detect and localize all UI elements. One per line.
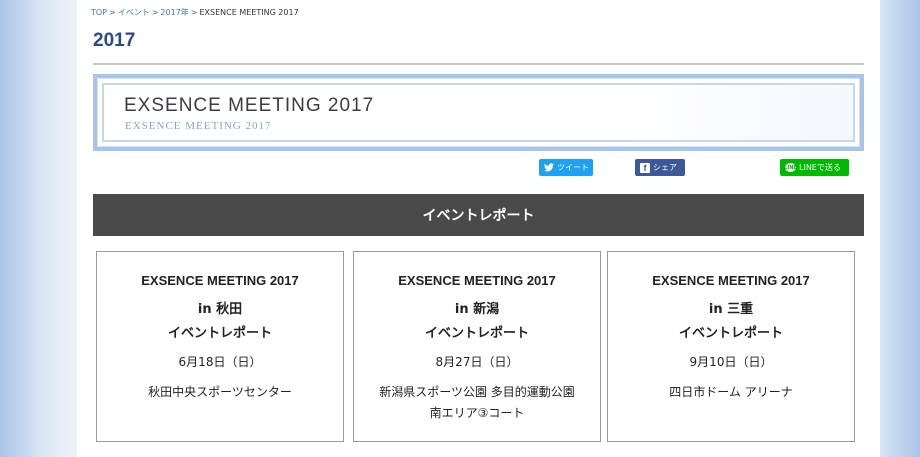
card-venue: 新潟県スポーツ公園 多目的運動公園 南エリア③コート [360, 382, 594, 424]
breadcrumb-current: EXSENCE MEETING 2017 [199, 8, 299, 17]
tweet-button[interactable]: ツイート [539, 159, 593, 176]
event-report-heading-text: イベントレポート [422, 208, 535, 224]
card-location: in 秋田 [197, 302, 243, 317]
card-venue-line: 新潟県スポーツ公園 多目的運動公園 [379, 385, 575, 399]
card-location: in 三重 [708, 302, 754, 317]
card-location: in 新潟 [454, 302, 500, 317]
card-venue: 四日市ドーム アリーナ [614, 382, 848, 403]
tweet-label: ツイート [557, 163, 589, 172]
banner-subtitle: EXSENCE MEETING 2017 [125, 120, 272, 132]
breadcrumb-separator: > [190, 8, 198, 17]
breadcrumb-top-link[interactable]: TOP [91, 8, 107, 17]
breadcrumb-separator: > [151, 8, 159, 17]
card-date: 9月10日（日） [689, 355, 773, 369]
facebook-share-button[interactable]: f シェア [635, 159, 685, 176]
card-report-label: イベントレポート [167, 326, 272, 341]
card-title: EXSENCE MEETING 2017 [141, 273, 299, 288]
facebook-icon: f [640, 162, 650, 173]
page-container: TOP > イベント >2017年 > EXSENCE MEETING 2017 2017… [77, 0, 880, 457]
page-title: 2017 [93, 30, 136, 51]
card-report-label: イベントレポート [424, 326, 529, 341]
breadcrumb-events-link[interactable]: イベント [118, 8, 150, 17]
card-title: EXSENCE MEETING 2017 [652, 273, 810, 288]
card-venue-line: 四日市ドーム アリーナ [669, 385, 793, 399]
card-date: 6月18日（日） [178, 355, 262, 369]
breadcrumb: TOP > イベント >2017年 > EXSENCE MEETING 2017 [91, 7, 299, 18]
breadcrumb-separator: > [109, 8, 116, 17]
card-date: 8月27日（日） [435, 355, 519, 369]
banner-frame: EXSENCE MEETING 2017 EXSENCE MEETING 201… [97, 78, 860, 147]
card-venue: 秋田中央スポーツセンター [103, 382, 337, 403]
line-icon: LINE [784, 163, 797, 172]
banner-title: EXSENCE MEETING 2017 [124, 95, 375, 116]
event-card-mie[interactable]: EXSENCE MEETING 2017 in 三重 イベントレポート 9月10… [607, 251, 855, 442]
card-venue-line: 秋田中央スポーツセンター [148, 385, 292, 399]
event-card-niigata[interactable]: EXSENCE MEETING 2017 in 新潟 イベントレポート 8月27… [353, 251, 601, 442]
breadcrumb-2017-link[interactable]: 2017年 [160, 8, 188, 17]
facebook-share-label: シェア [653, 163, 677, 172]
card-title: EXSENCE MEETING 2017 [398, 273, 556, 288]
line-send-button[interactable]: LINE LINEで送る [780, 159, 849, 176]
banner-box: EXSENCE MEETING 2017 EXSENCE MEETING 201… [102, 83, 855, 142]
event-card-akita[interactable]: EXSENCE MEETING 2017 in 秋田 イベントレポート 6月18… [96, 251, 344, 442]
event-report-heading: イベントレポート [93, 194, 864, 236]
twitter-bird-icon [544, 163, 554, 172]
title-divider [93, 63, 864, 65]
card-venue-line: 南エリア③コート [429, 406, 525, 420]
line-send-label: LINEで送る [799, 163, 841, 172]
event-banner: EXSENCE MEETING 2017 EXSENCE MEETING 201… [93, 74, 864, 151]
card-report-label: イベントレポート [678, 326, 783, 341]
